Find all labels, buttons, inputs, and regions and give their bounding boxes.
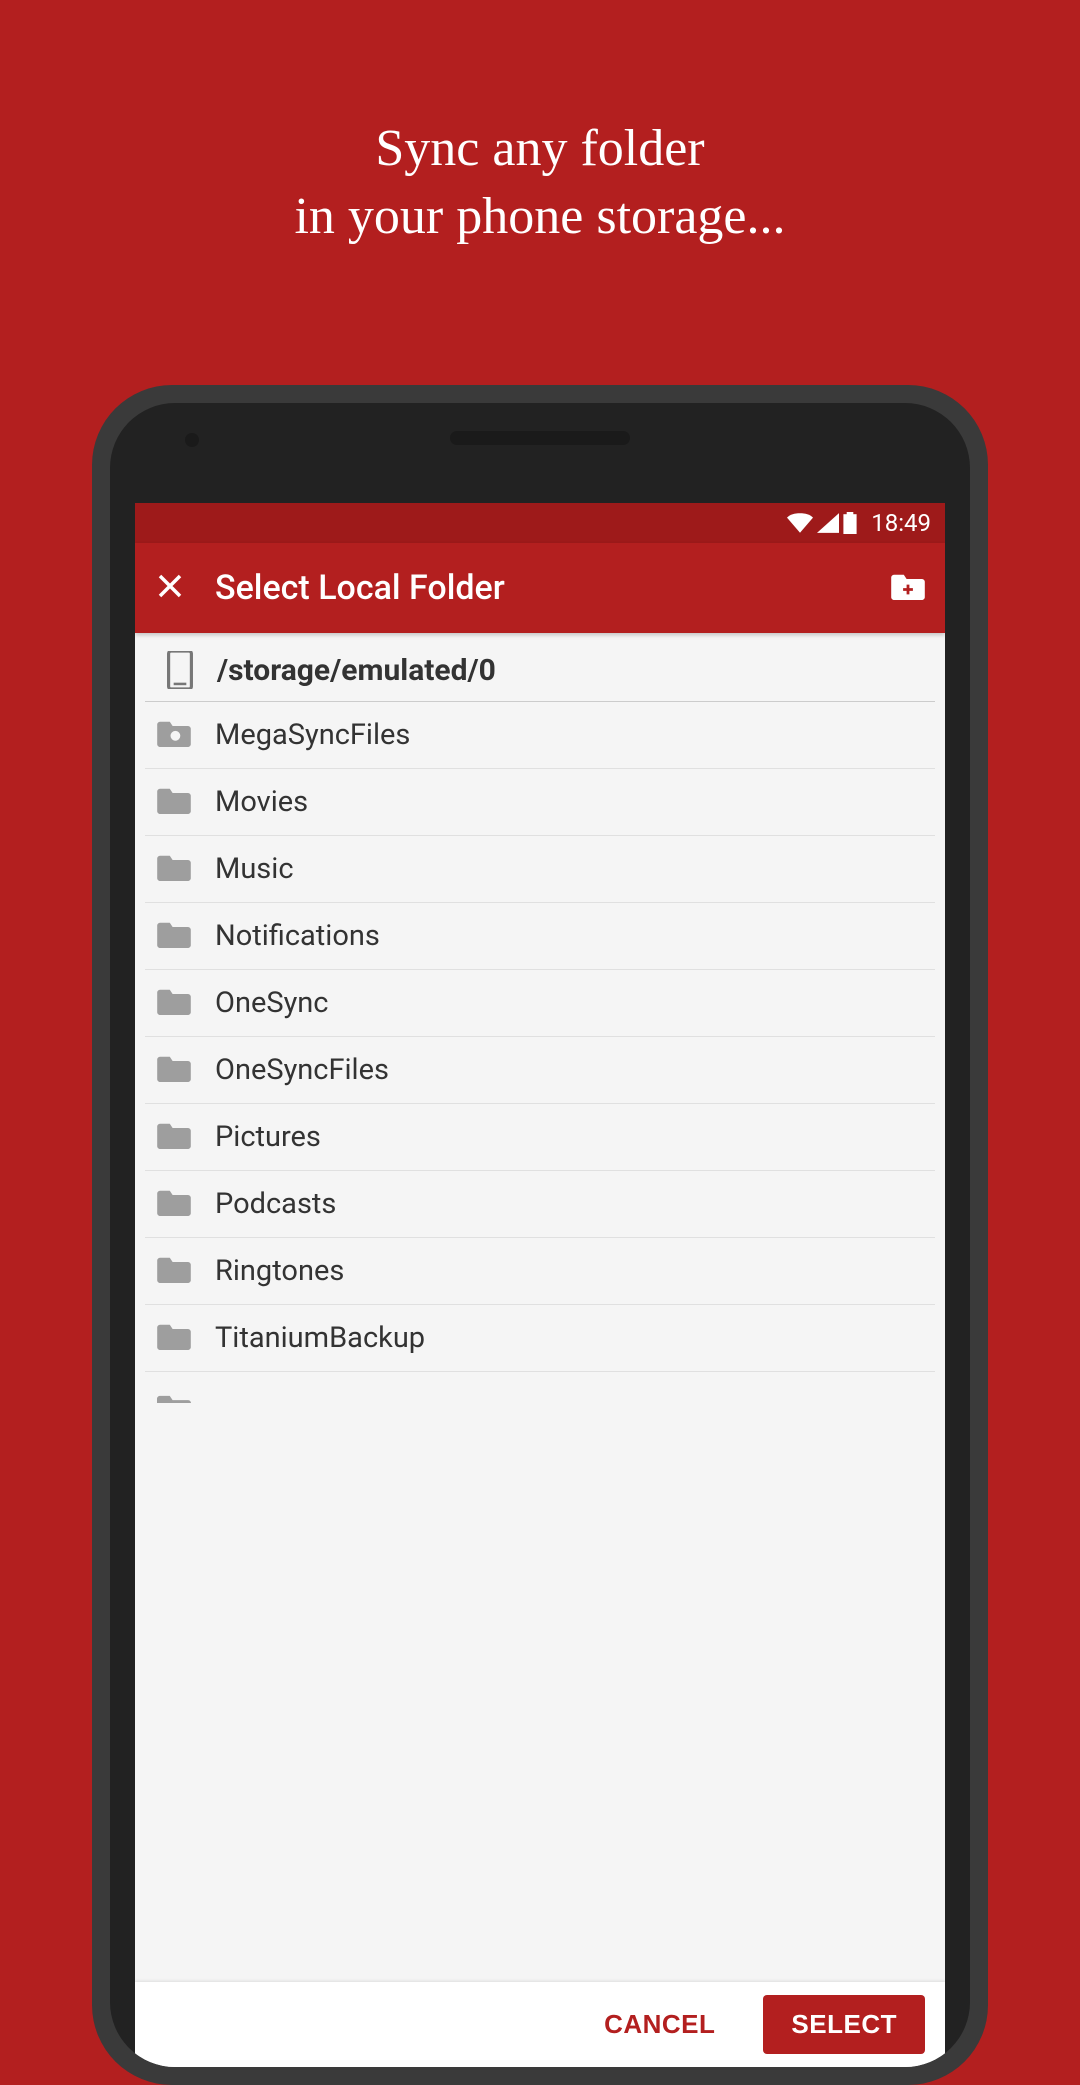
folder-item[interactable]: Pictures — [145, 1104, 935, 1171]
folder-label: MegaSyncFiles — [215, 718, 410, 752]
status-icons — [787, 512, 857, 534]
bottom-action-bar: CANCEL SELECT — [135, 1982, 945, 2067]
folder-icon — [157, 1255, 191, 1287]
phone-icon — [167, 651, 193, 689]
folder-list: MegaSyncFiles Movies Music Notifications One… — [135, 702, 945, 1423]
new-folder-icon[interactable] — [891, 572, 925, 604]
folder-item[interactable]: OneSync — [145, 970, 935, 1037]
status-time: 18:49 — [871, 509, 931, 537]
folder-label: TitaniumBackup — [215, 1321, 425, 1355]
folder-label: OneSync — [215, 986, 328, 1020]
folder-item[interactable]: TitaniumBackup — [145, 1305, 935, 1372]
promo-line-2: in your phone storage... — [0, 183, 1080, 251]
path-row[interactable]: /storage/emulated/0 — [145, 633, 935, 702]
folder-item[interactable]: Music — [145, 836, 935, 903]
folder-icon — [157, 987, 191, 1019]
folder-item[interactable]: Podcasts — [145, 1171, 935, 1238]
select-button[interactable]: SELECT — [763, 1995, 925, 2054]
folder-icon — [157, 853, 191, 885]
battery-icon — [843, 512, 857, 534]
folder-item[interactable] — [145, 1372, 935, 1423]
cell-signal-icon — [817, 513, 839, 533]
folder-label: OneSyncFiles — [215, 1053, 389, 1087]
folder-icon — [157, 1054, 191, 1086]
app-bar-title: Select Local Folder — [215, 568, 861, 608]
current-path: /storage/emulated/0 — [217, 653, 496, 688]
promo-line-1: Sync any folder — [0, 115, 1080, 183]
folder-item[interactable]: Movies — [145, 769, 935, 836]
close-icon[interactable] — [155, 571, 185, 605]
promo-headline: Sync any folder in your phone storage... — [0, 0, 1080, 250]
phone-screen: 18:49 Select Local Folder /storage/emula… — [135, 503, 945, 2067]
folder-icon — [157, 1188, 191, 1220]
folder-item[interactable]: Ringtones — [145, 1238, 935, 1305]
wifi-icon — [787, 513, 813, 533]
folder-icon — [157, 719, 191, 751]
folder-item[interactable]: MegaSyncFiles — [145, 702, 935, 769]
app-bar: Select Local Folder — [135, 543, 945, 633]
phone-speaker — [450, 431, 630, 445]
folder-label: Movies — [215, 785, 308, 819]
status-bar: 18:49 — [135, 503, 945, 543]
folder-icon — [157, 920, 191, 952]
phone-bezel: 18:49 Select Local Folder /storage/emula… — [110, 403, 970, 2067]
folder-label: Notifications — [215, 919, 380, 953]
folder-icon — [157, 1322, 191, 1354]
phone-frame: 18:49 Select Local Folder /storage/emula… — [92, 385, 988, 2085]
folder-label: Podcasts — [215, 1187, 336, 1221]
folder-item[interactable]: Notifications — [145, 903, 935, 970]
folder-label: Pictures — [215, 1120, 321, 1154]
folder-label: Music — [215, 852, 294, 886]
cancel-button[interactable]: CANCEL — [586, 1997, 733, 2052]
folder-icon — [157, 1121, 191, 1153]
folder-icon — [157, 1388, 191, 1407]
folder-icon — [157, 786, 191, 818]
folder-item[interactable]: OneSyncFiles — [145, 1037, 935, 1104]
phone-camera — [185, 433, 199, 447]
folder-label: Ringtones — [215, 1254, 344, 1288]
